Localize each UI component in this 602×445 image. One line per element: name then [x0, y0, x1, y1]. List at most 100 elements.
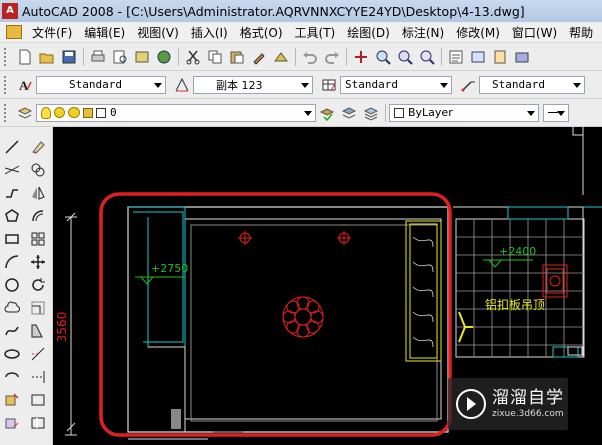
trim-icon[interactable] — [30, 346, 46, 362]
sun-icon[interactable] — [54, 107, 65, 118]
menu-view[interactable]: 视图(V) — [131, 24, 185, 41]
toolbar-grip[interactable] — [4, 47, 9, 66]
layer-dropdown[interactable]: 0 — [36, 103, 316, 122]
menu-insert[interactable]: 插入(I) — [185, 24, 234, 41]
mirror-icon[interactable] — [30, 185, 46, 201]
separator — [178, 47, 179, 66]
zoom-window-icon[interactable] — [397, 49, 413, 65]
menu-dimension[interactable]: 标注(N) — [396, 24, 450, 41]
layer-states-icon[interactable] — [363, 105, 379, 121]
menu-help[interactable]: 帮助 — [563, 24, 599, 41]
text-style-icon[interactable]: A — [17, 77, 33, 93]
multileader-style-value: Standard — [492, 78, 545, 91]
table-style-icon[interactable] — [321, 77, 337, 93]
separator — [385, 103, 386, 122]
properties-icon[interactable] — [448, 49, 464, 65]
grid-ceiling — [455, 218, 585, 358]
zoom-previous-icon[interactable] — [419, 49, 435, 65]
line-icon[interactable] — [4, 139, 20, 155]
menu-file[interactable]: 文件(F) — [26, 24, 78, 41]
menu-format[interactable]: 格式(O) — [234, 24, 289, 41]
polyline-icon[interactable] — [4, 185, 20, 201]
color-swatch-icon — [394, 107, 404, 118]
separator — [83, 47, 84, 66]
color-control-dropdown[interactable]: ByLayer — [389, 103, 539, 122]
menu-edit[interactable]: 编辑(E) — [78, 24, 131, 41]
zoom-realtime-icon[interactable] — [375, 49, 391, 65]
table-style-dropdown[interactable]: Standard — [340, 75, 452, 94]
revision-cloud-icon[interactable] — [4, 300, 21, 316]
layer-manager-icon[interactable] — [17, 105, 33, 121]
offset-icon[interactable] — [30, 208, 46, 224]
separator — [346, 47, 347, 66]
copy-icon[interactable] — [207, 49, 223, 65]
text-style-dropdown[interactable]: Standard — [36, 75, 166, 94]
redo-icon[interactable] — [324, 49, 340, 65]
rotate-icon[interactable] — [30, 277, 46, 293]
downlight-left — [238, 231, 252, 245]
make-current-layer-icon[interactable] — [319, 105, 335, 121]
scale-icon[interactable] — [30, 300, 46, 316]
move-icon[interactable] — [30, 254, 46, 270]
rectangle-icon[interactable] — [4, 231, 20, 247]
new-file-icon[interactable] — [17, 49, 33, 65]
copy-object-icon[interactable] — [30, 162, 46, 178]
insert-block-icon[interactable] — [4, 392, 20, 408]
standard-toolbar — [0, 43, 602, 71]
lightbulb-icon[interactable] — [41, 106, 51, 119]
layer-name-value: 0 — [110, 106, 117, 119]
menu-draw[interactable]: 绘图(D) — [341, 24, 396, 41]
paste-icon[interactable] — [229, 49, 245, 65]
publish-icon[interactable] — [134, 49, 150, 65]
multileader-style-icon[interactable] — [460, 77, 476, 93]
ellipse-icon[interactable] — [4, 346, 20, 362]
plot-preview-icon[interactable] — [112, 49, 128, 65]
pan-icon[interactable] — [353, 49, 369, 65]
ellipse-arc-icon[interactable] — [4, 369, 20, 385]
design-center-icon[interactable] — [470, 49, 486, 65]
polygon-icon[interactable] — [4, 208, 20, 224]
layer-previous-icon[interactable] — [341, 105, 357, 121]
extend-icon[interactable] — [30, 369, 46, 385]
undo-icon[interactable] — [302, 49, 318, 65]
spline-icon[interactable] — [4, 323, 20, 339]
color-control-value: ByLayer — [408, 106, 453, 119]
break-icon[interactable] — [30, 415, 46, 431]
circle-icon[interactable] — [4, 277, 20, 293]
break-at-point-icon[interactable] — [30, 392, 46, 408]
sheet-set-icon[interactable] — [514, 49, 530, 65]
wall-pillar — [171, 409, 181, 429]
array-icon[interactable] — [30, 231, 46, 247]
menu-bar: 文件(F) 编辑(E) 视图(V) 插入(I) 格式(O) 工具(T) 绘图(D… — [0, 22, 602, 43]
linetype-control-dropdown[interactable] — [543, 103, 569, 122]
title-bar: A AutoCAD 2008 - [C:\Users\Administrator… — [0, 0, 602, 23]
toolbar-grip[interactable] — [4, 103, 9, 122]
erase-icon[interactable] — [30, 139, 46, 155]
block-editor-icon[interactable] — [273, 49, 289, 65]
arc-icon[interactable] — [4, 254, 20, 270]
table-style-value: Standard — [345, 78, 398, 91]
menu-tools[interactable]: 工具(T) — [289, 24, 342, 41]
freeze-viewport-icon[interactable] — [68, 107, 80, 118]
menu-modify[interactable]: 修改(M) — [450, 24, 506, 41]
toolbar-grip[interactable] — [4, 75, 9, 94]
3d-dwf-icon[interactable] — [156, 49, 172, 65]
cut-icon[interactable] — [185, 49, 201, 65]
plot-icon[interactable] — [90, 49, 106, 65]
construction-line-icon[interactable] — [4, 162, 20, 178]
match-properties-icon[interactable] — [251, 49, 267, 65]
stretch-icon[interactable] — [30, 323, 46, 339]
dimension-style-dropdown[interactable]: 副本 123 — [193, 75, 313, 94]
save-icon[interactable] — [61, 49, 77, 65]
open-file-icon[interactable] — [39, 49, 55, 65]
menu-window[interactable]: 窗口(W) — [506, 24, 563, 41]
tool-palettes-icon[interactable] — [492, 49, 508, 65]
watermark: 溜溜自学 zixue.3d66.com — [448, 378, 568, 430]
lock-icon[interactable] — [83, 107, 93, 118]
make-block-icon[interactable] — [4, 415, 20, 431]
document-icon[interactable] — [6, 25, 22, 39]
multileader-style-dropdown[interactable]: Standard — [479, 75, 585, 94]
watermark-title: 溜溜自学 — [492, 388, 564, 408]
dimension-style-icon[interactable] — [174, 77, 190, 93]
svg-text:A: A — [19, 78, 29, 93]
